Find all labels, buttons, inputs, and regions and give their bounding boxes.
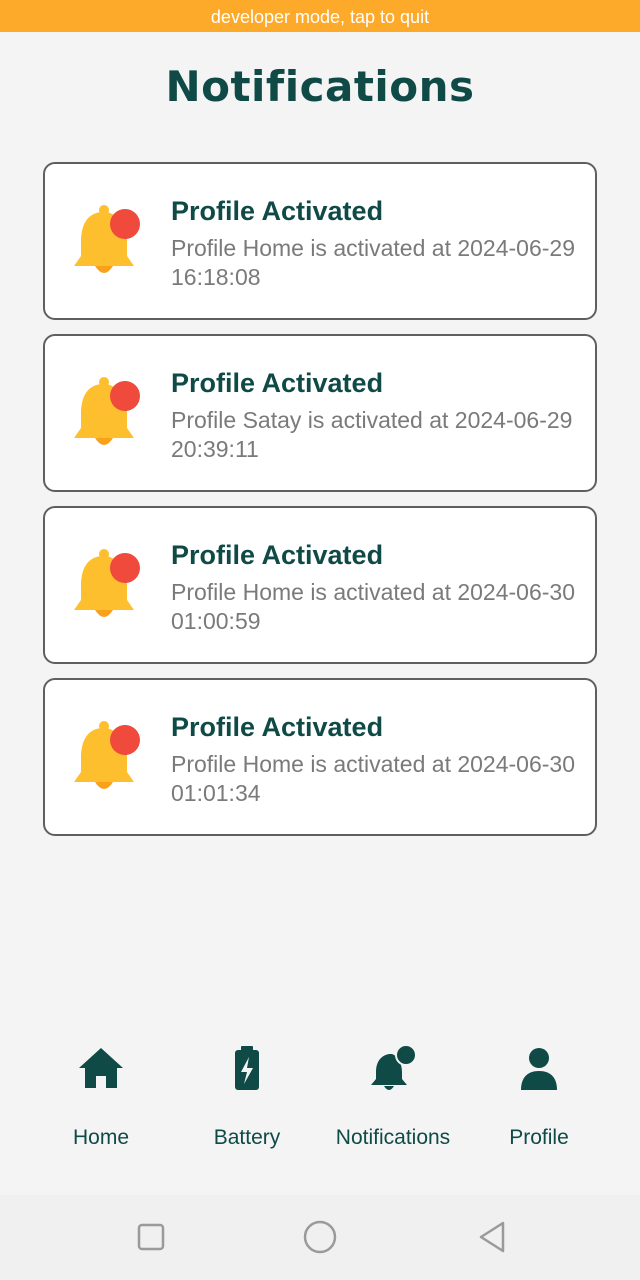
notification-title: Profile Activated	[171, 196, 384, 226]
notification-message: Profile Home is activated at 2024-06-29 …	[171, 235, 575, 290]
notification-bell-icon	[371, 1044, 417, 1090]
back-icon[interactable]	[472, 1217, 512, 1257]
system-navigation-bar	[0, 1195, 640, 1280]
tab-battery-label: Battery	[213, 1126, 281, 1149]
notification-card[interactable]: Profile Activated Profile Satay is activ…	[43, 334, 597, 492]
notification-message: Profile Home is activated at 2024-06-30 …	[171, 751, 575, 806]
home-circle-icon[interactable]	[300, 1217, 340, 1257]
bottom-tab-bar: Home Battery Notifications Profile	[0, 1030, 640, 1190]
notification-message: Profile Satay is activated at 2024-06-29…	[171, 407, 573, 462]
notification-title: Profile Activated	[171, 712, 384, 742]
tab-battery[interactable]: Battery	[174, 1040, 320, 1160]
notification-card[interactable]: Profile Activated Profile Home is activa…	[43, 506, 597, 664]
notification-list: Profile Activated Profile Home is activa…	[43, 162, 597, 850]
developer-mode-banner[interactable]: developer mode, tap to quit	[0, 0, 640, 32]
tab-profile[interactable]: Profile	[466, 1040, 612, 1160]
notification-title: Profile Activated	[171, 368, 384, 398]
notification-title: Profile Activated	[171, 540, 384, 570]
tab-notifications-label: Notifications	[335, 1126, 451, 1149]
notification-card[interactable]: Profile Activated Profile Home is activa…	[43, 678, 597, 836]
tab-home[interactable]: Home	[28, 1040, 174, 1160]
page-title: Notifications	[165, 62, 475, 111]
notification-message: Profile Home is activated at 2024-06-30 …	[171, 579, 575, 634]
notification-card[interactable]: Profile Activated Profile Home is activa…	[43, 162, 597, 320]
notification-bell-icon	[74, 549, 140, 617]
notification-bell-icon	[74, 721, 140, 789]
home-icon	[79, 1048, 123, 1088]
tab-profile-label: Profile	[509, 1126, 569, 1149]
notification-bell-icon	[74, 205, 140, 273]
tab-notifications[interactable]: Notifications	[320, 1040, 466, 1160]
battery-icon	[235, 1046, 259, 1090]
notification-bell-icon	[74, 377, 140, 445]
recent-apps-icon[interactable]	[131, 1217, 171, 1257]
user-icon	[521, 1048, 557, 1090]
tab-home-label: Home	[72, 1126, 130, 1149]
